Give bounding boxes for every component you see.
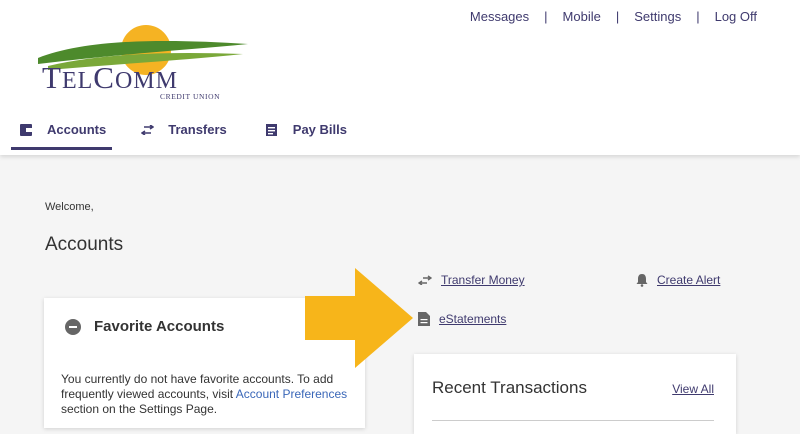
logo-wordmark: TELCOMM (42, 60, 178, 95)
top-links: Messages | Mobile | Settings | Log Off (470, 9, 757, 24)
bell-icon (636, 273, 648, 287)
favorite-accounts-title: Favorite Accounts (94, 318, 225, 335)
separator: | (615, 9, 620, 24)
collapse-minus-icon[interactable] (65, 318, 81, 335)
nav-accounts-label: Accounts (47, 122, 107, 137)
log-off-link[interactable]: Log Off (715, 9, 757, 24)
transfer-money-link[interactable]: Transfer Money (418, 273, 525, 287)
view-all-link[interactable]: View All (672, 382, 714, 396)
create-alert-label: Create Alert (657, 273, 721, 287)
document-icon (418, 312, 430, 326)
header: Messages | Mobile | Settings | Log Off T… (0, 0, 800, 155)
mobile-link[interactable]: Mobile (563, 9, 601, 24)
account-preferences-link[interactable]: Account Preferences (236, 387, 347, 401)
nav-accounts[interactable]: Accounts (11, 118, 113, 150)
transfer-arrows-icon (140, 123, 154, 137)
recent-transactions-title: Recent Transactions (432, 378, 587, 397)
pointer-arrow-icon (305, 268, 413, 368)
nav-pay-bills[interactable]: Pay Bills (257, 118, 357, 150)
nav-transfers-label: Transfers (168, 122, 227, 137)
estatements-link[interactable]: eStatements (418, 312, 506, 326)
bill-icon (265, 123, 279, 137)
welcome-text: Welcome, (45, 201, 94, 213)
messages-link[interactable]: Messages (470, 9, 529, 24)
favorite-accounts-header[interactable]: Favorite Accounts (65, 318, 224, 335)
wallet-icon (19, 123, 33, 137)
separator: | (696, 9, 700, 24)
transfer-money-label: Transfer Money (441, 273, 525, 287)
estatements-label: eStatements (439, 312, 507, 326)
transfer-arrows-icon (418, 275, 432, 285)
nav-pay-bills-label: Pay Bills (292, 122, 347, 137)
recent-transactions-card: Recent Transactions View All (414, 354, 736, 434)
page-title: Accounts (45, 234, 124, 255)
separator: | (544, 9, 548, 24)
message-text-end: section on the Settings Page. (61, 402, 218, 416)
main-nav: Accounts Transfers Pay Bills (11, 118, 377, 154)
nav-transfers[interactable]: Transfers (132, 118, 237, 150)
favorite-accounts-message: You currently do not have favorite accou… (61, 372, 356, 417)
settings-link[interactable]: Settings (634, 9, 681, 24)
create-alert-link[interactable]: Create Alert (636, 273, 720, 287)
logo-subtitle: CREDIT UNION (160, 92, 221, 101)
